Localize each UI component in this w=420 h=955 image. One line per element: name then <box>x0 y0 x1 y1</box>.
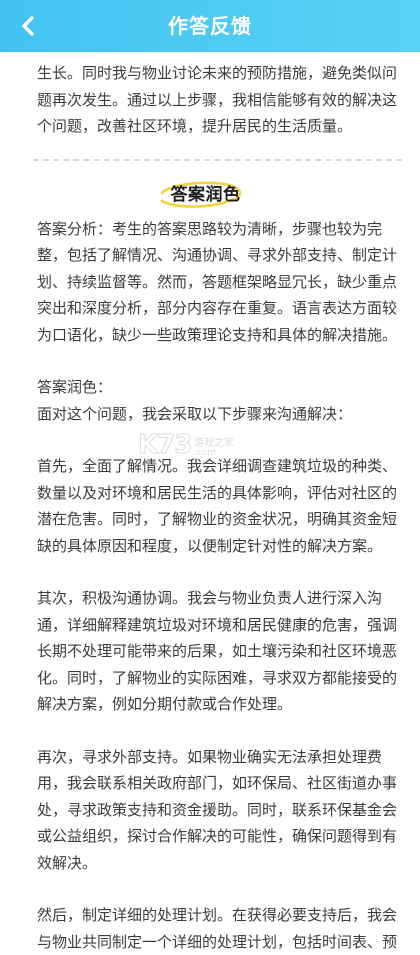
text-line: 答案润色： <box>37 374 398 401</box>
text-line: 生长。同时我与物业讨论未来的预防措施，避免类似问 <box>37 60 398 87</box>
feedback-content: 生长。同时我与物业讨论未来的预防措施，避免类似问 题再次发生。通过以上步骤，我相… <box>37 52 398 955</box>
text-line: 或公益组织，探讨合作解决的可能性，确保问题得到有 <box>37 823 398 850</box>
text-line: 题再次发生。通过以上步骤，我相信能够有效的解决这 <box>37 87 398 114</box>
text-line: 为口语化，缺少一些政策理论支持和具体的解决措施。 <box>37 322 398 349</box>
section-title: 答案润色 <box>171 182 241 209</box>
previous-answer-paragraph: 生长。同时我与物业讨论未来的预防措施，避免类似问 题再次发生。通过以上步骤，我相… <box>37 60 398 140</box>
dashed-divider <box>33 159 402 161</box>
text-line: 潜在危害。同时，了解物业的资金状况，明确其资金短 <box>37 506 398 533</box>
text-line: 化。同时，了解物业的实际困难，寻求双方都能接受的 <box>37 665 398 692</box>
watermark-url: .com <box>194 448 216 458</box>
site-watermark: K73 游戏之家 .com <box>138 430 258 466</box>
analysis-paragraph: 答案分析：考生的答案思路较为清晰，步骤也较为完 整，包括了解情况、沟通协调、寻求… <box>37 216 398 349</box>
text-line: 数量以及对环境和居民生活的具体影响，评估对社区的 <box>37 480 398 507</box>
step-paragraph-3: 再次，寻求外部支持。如果物业确实无法承担处理费 用，我会联系相关政府部门，如环保… <box>37 744 398 877</box>
watermark-subtitle: 游戏之家 <box>194 434 234 449</box>
text-line: 与物业共同制定一个详细的处理计划，包括时间表、预 <box>37 929 398 955</box>
step-paragraph-4: 然后，制定详细的处理计划。在获得必要支持后，我会 与物业共同制定一个详细的处理计… <box>37 902 398 955</box>
text-line: 然后，制定详细的处理计划。在获得必要支持后，我会 <box>37 902 398 929</box>
text-line: 缺的具体原因和程度，以便制定针对性的解决方案。 <box>37 533 398 560</box>
text-line: 划、持续监督等。然而，答题框架略显冗长，缺少重点 <box>37 269 398 296</box>
text-line: 个问题，改善社区环境，提升居民的生活质量。 <box>37 113 398 140</box>
text-line: 再次，寻求外部支持。如果物业确实无法承担处理费 <box>37 744 398 771</box>
step-paragraph-1: 首先，全面了解情况。我会详细调查建筑垃圾的种类、 数量以及对环境和居民生活的具体… <box>37 453 398 559</box>
app-header: 作答反馈 <box>0 0 420 52</box>
polish-intro-paragraph: 答案润色： 面对这个问题，我会采取以下步骤来沟通解决： <box>37 374 398 427</box>
text-line: 突出和深度分析，部分内容存在重复。语言表达方面较 <box>37 295 398 322</box>
text-line: 其次，积极沟通协调。我会与物业负责人进行深入沟 <box>37 585 398 612</box>
text-line: 解决方案，例如分期付款或合作处理。 <box>37 691 398 718</box>
text-line: 整，包括了解情况、沟通协调、寻求外部支持、制定计 <box>37 242 398 269</box>
text-line: 答案分析：考生的答案思路较为清晰，步骤也较为完 <box>37 216 398 243</box>
text-line: 效解决。 <box>37 850 398 877</box>
section-heading: 答案润色 <box>37 182 398 216</box>
watermark-logo: K73 <box>138 430 191 460</box>
text-line: 用，我会联系相关政府部门，如环保局、社区街道办事 <box>37 770 398 797</box>
page-title: 作答反馈 <box>0 0 420 52</box>
text-line: 处，寻求政策支持和资金援助。同时，联系环保基金会 <box>37 797 398 824</box>
text-line: 通，详细解释建筑垃圾对环境和居民健康的危害，强调 <box>37 612 398 639</box>
text-line: 面对这个问题，我会采取以下步骤来沟通解决： <box>37 401 398 428</box>
step-paragraph-2: 其次，积极沟通协调。我会与物业负责人进行深入沟 通，详细解释建筑垃圾对环境和居民… <box>37 585 398 718</box>
text-line: 长期不处理可能带来的后果，如土壤污染和社区环境恶 <box>37 638 398 665</box>
